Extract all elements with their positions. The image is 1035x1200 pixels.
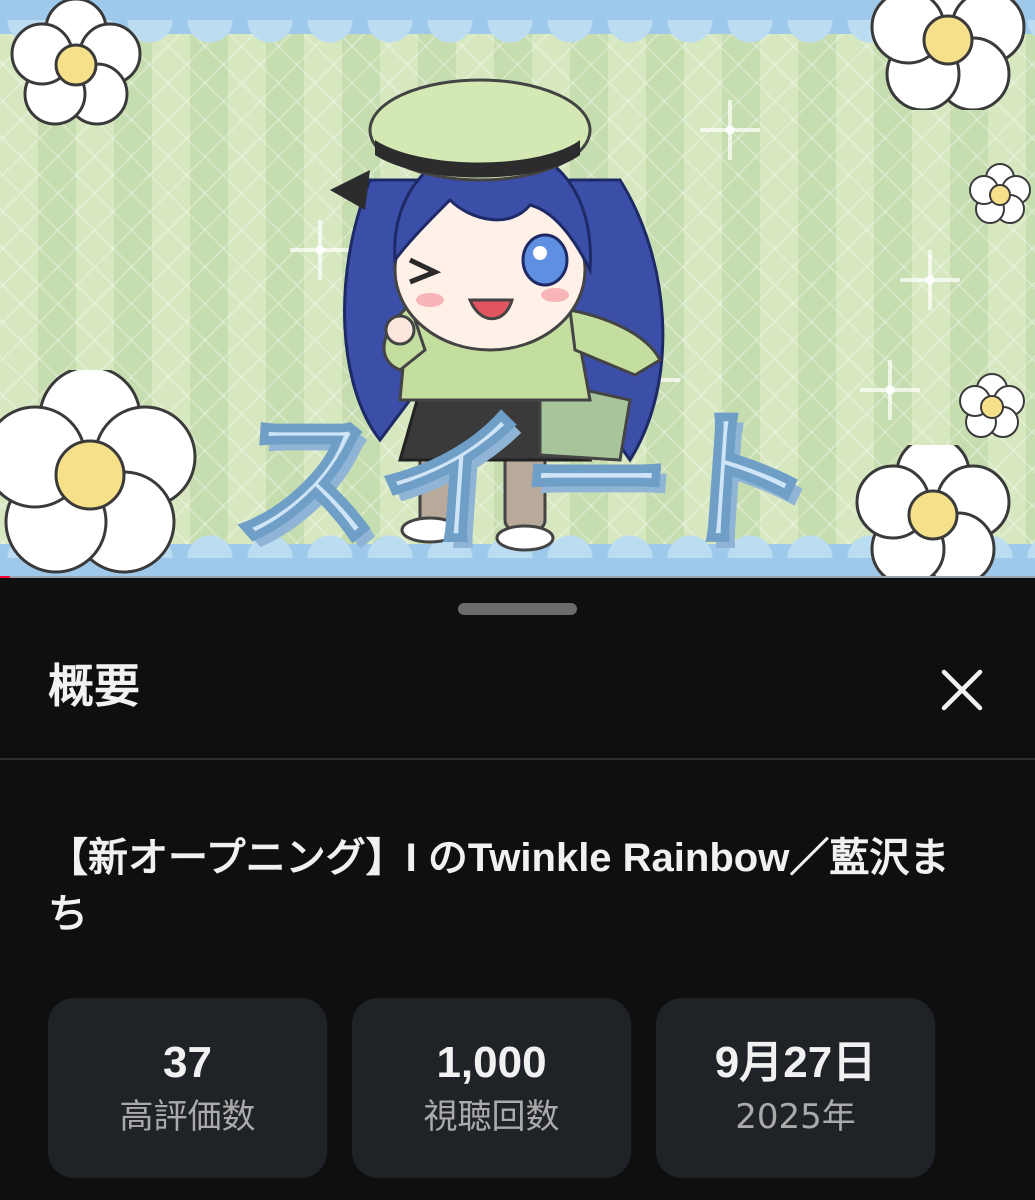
sparkle-icon xyxy=(860,360,920,420)
close-icon xyxy=(941,669,983,711)
video-player[interactable]: スイート xyxy=(0,0,1035,578)
close-button[interactable] xyxy=(930,658,994,722)
likes-label: 高評価数 xyxy=(119,1097,256,1137)
views-count: 1,000 xyxy=(436,1038,547,1087)
sparkle-icon xyxy=(900,250,960,310)
flower-icon xyxy=(10,0,142,126)
views-label: 視聴回数 xyxy=(423,1097,560,1137)
views-stat: 1,000 視聴回数 xyxy=(352,998,631,1178)
video-title: 【新オープニング】I のTwinkle Rainbow／藍沢まち xyxy=(48,836,950,936)
thumbnail-title-text: スイート xyxy=(225,393,817,571)
drag-handle[interactable] xyxy=(458,603,577,615)
flower-icon xyxy=(870,0,1026,110)
flower-icon xyxy=(855,445,1011,578)
likes-count: 37 xyxy=(163,1038,212,1087)
panel-title: 概要 xyxy=(48,659,140,713)
publish-year: 2025年 xyxy=(735,1097,856,1137)
publish-date: 9月27日 xyxy=(714,1038,877,1087)
date-stat: 9月27日 2025年 xyxy=(656,998,935,1178)
flower-icon xyxy=(969,163,1031,224)
likes-stat: 37 高評価数 xyxy=(48,998,327,1178)
video-progress-fill xyxy=(0,576,11,578)
divider xyxy=(0,758,1035,760)
flower-icon xyxy=(0,370,197,574)
flower-icon xyxy=(959,373,1025,438)
sparkle-icon xyxy=(700,100,760,160)
description-panel: 概要 【新オープニング】I のTwinkle Rainbow／藍沢まち 37 高… xyxy=(0,578,1035,1200)
